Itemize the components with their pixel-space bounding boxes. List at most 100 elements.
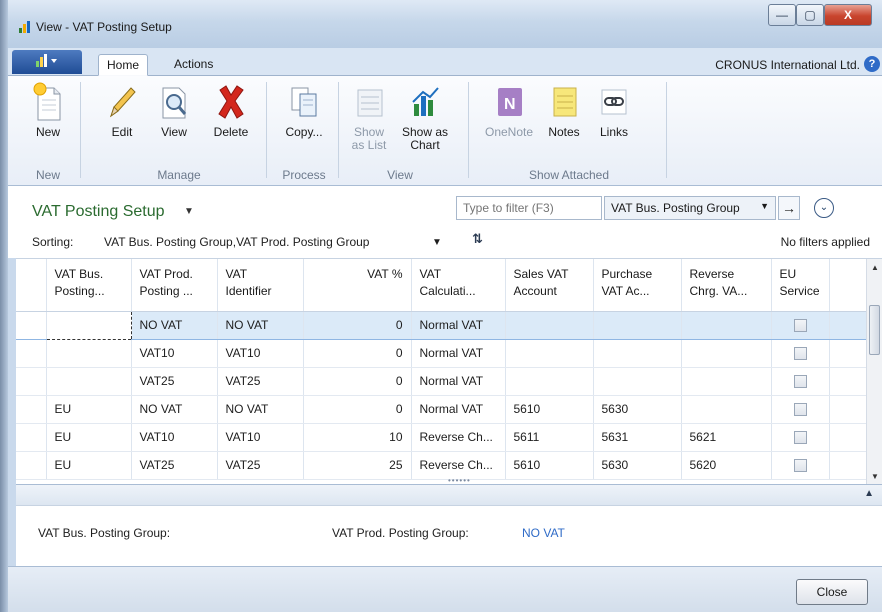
splitter-grip-icon[interactable]: •••••• bbox=[448, 476, 471, 484]
scroll-up-arrow-icon[interactable]: ▲ bbox=[871, 263, 879, 272]
vertical-scrollbar[interactable]: ▲ ▼ bbox=[866, 259, 882, 484]
application-menu-button[interactable] bbox=[12, 50, 82, 74]
edit-button[interactable]: Edit bbox=[102, 76, 142, 139]
cell-vat-percent[interactable]: 25 bbox=[303, 451, 412, 480]
cell-vat-bus-posting[interactable] bbox=[46, 339, 132, 368]
cell-sales-vat-account[interactable] bbox=[505, 367, 594, 396]
col-header-eu-service[interactable]: EU Service bbox=[771, 259, 830, 312]
links-button[interactable]: Links bbox=[594, 76, 634, 139]
col-header-reverse-chrg[interactable]: Reverse Chrg. VA... bbox=[681, 259, 772, 312]
new-button[interactable]: New bbox=[26, 76, 70, 139]
table-row[interactable]: EU VAT10 VAT10 10 Reverse Ch... 5611 563… bbox=[16, 423, 867, 452]
row-selector[interactable] bbox=[16, 451, 47, 480]
cell-vat-calculation[interactable]: Normal VAT bbox=[411, 367, 506, 396]
cell-vat-prod-posting[interactable]: NO VAT bbox=[131, 310, 218, 340]
cell-vat-bus-posting[interactable] bbox=[45, 310, 132, 340]
cell-reverse-chrg[interactable] bbox=[681, 395, 772, 424]
cell-purchase-vat-account[interactable]: 5630 bbox=[593, 395, 682, 424]
col-header-vat-calculation[interactable]: VAT Calculati... bbox=[411, 259, 506, 312]
company-name[interactable]: CRONUS International Ltd. bbox=[715, 58, 860, 72]
cell-vat-identifier[interactable]: VAT10 bbox=[217, 423, 304, 452]
eu-service-checkbox[interactable] bbox=[793, 347, 807, 361]
cell-vat-percent[interactable]: 0 bbox=[303, 339, 412, 368]
delete-button[interactable]: Delete bbox=[206, 76, 256, 139]
cell-sales-vat-account[interactable] bbox=[505, 310, 594, 340]
cell-vat-calculation[interactable]: Reverse Ch... bbox=[411, 451, 506, 480]
cell-vat-bus-posting[interactable] bbox=[46, 367, 132, 396]
cell-vat-percent[interactable]: 10 bbox=[303, 423, 412, 452]
cell-vat-calculation[interactable]: Reverse Ch... bbox=[411, 423, 506, 452]
cell-reverse-chrg[interactable]: 5620 bbox=[681, 451, 772, 480]
cell-vat-identifier[interactable]: VAT10 bbox=[217, 339, 304, 368]
row-selector[interactable] bbox=[16, 423, 47, 452]
eu-service-checkbox[interactable] bbox=[793, 431, 807, 445]
cell-eu-service[interactable] bbox=[771, 395, 830, 424]
cell-purchase-vat-account[interactable] bbox=[593, 367, 682, 396]
col-header-purchase-vat-account[interactable]: Purchase VAT Ac... bbox=[593, 259, 682, 312]
cell-vat-percent[interactable]: 0 bbox=[303, 367, 412, 396]
row-selector[interactable] bbox=[16, 310, 47, 340]
cell-purchase-vat-account[interactable]: 5630 bbox=[593, 451, 682, 480]
close-button[interactable]: Close bbox=[796, 579, 868, 605]
scroll-down-arrow-icon[interactable]: ▼ bbox=[871, 472, 879, 481]
collapse-details-icon[interactable]: ▲ bbox=[864, 488, 874, 499]
sort-order-icon[interactable]: ⇅ bbox=[472, 231, 483, 247]
row-selector[interactable] bbox=[16, 367, 47, 396]
tab-home[interactable]: Home bbox=[98, 54, 149, 76]
table-row[interactable]: VAT25 VAT25 0 Normal VAT bbox=[16, 367, 867, 396]
eu-service-checkbox[interactable] bbox=[793, 403, 807, 417]
copy-button[interactable]: Copy... bbox=[276, 76, 332, 139]
eu-service-checkbox[interactable] bbox=[793, 459, 807, 473]
expand-filter-pane-icon[interactable]: ⌄ bbox=[814, 198, 834, 218]
cell-vat-bus-posting[interactable]: EU bbox=[46, 451, 132, 480]
cell-vat-prod-posting[interactable]: VAT25 bbox=[131, 367, 218, 396]
cell-sales-vat-account[interactable]: 5611 bbox=[505, 423, 594, 452]
col-header-vat-identifier[interactable]: VAT Identifier bbox=[217, 259, 304, 312]
cell-vat-identifier[interactable]: VAT25 bbox=[217, 451, 304, 480]
cell-vat-calculation[interactable]: Normal VAT bbox=[411, 395, 506, 424]
cell-vat-prod-posting[interactable]: NO VAT bbox=[131, 395, 218, 424]
table-row[interactable]: EU VAT25 VAT25 25 Reverse Ch... 5610 563… bbox=[16, 451, 867, 480]
cell-vat-identifier[interactable]: VAT25 bbox=[217, 367, 304, 396]
view-button[interactable]: View bbox=[154, 76, 194, 139]
table-row[interactable]: EU NO VAT NO VAT 0 Normal VAT 5610 5630 bbox=[16, 395, 867, 424]
cell-reverse-chrg[interactable] bbox=[681, 339, 772, 368]
cell-purchase-vat-account[interactable]: 5631 bbox=[593, 423, 682, 452]
eu-service-checkbox[interactable] bbox=[793, 375, 807, 389]
maximize-button[interactable]: ▢ bbox=[796, 4, 824, 26]
cell-vat-prod-posting[interactable]: VAT25 bbox=[131, 451, 218, 480]
sorting-chevron-icon[interactable]: ▼ bbox=[432, 237, 442, 248]
cell-vat-bus-posting[interactable]: EU bbox=[46, 395, 132, 424]
cell-purchase-vat-account[interactable] bbox=[593, 339, 682, 368]
col-header-vat-bus-posting[interactable]: VAT Bus. Posting... bbox=[46, 259, 132, 312]
cell-vat-identifier[interactable]: NO VAT bbox=[217, 395, 304, 424]
scrollbar-thumb[interactable] bbox=[869, 305, 880, 355]
cell-eu-service[interactable] bbox=[771, 339, 830, 368]
filter-input[interactable] bbox=[456, 196, 602, 220]
cell-eu-service[interactable] bbox=[771, 451, 830, 480]
cell-sales-vat-account[interactable] bbox=[505, 339, 594, 368]
show-as-list-button[interactable]: Show as List bbox=[348, 76, 390, 152]
minimize-button[interactable]: — bbox=[768, 4, 796, 26]
sorting-select[interactable]: VAT Bus. Posting Group,VAT Prod. Posting… bbox=[104, 235, 369, 249]
help-icon[interactable]: ? bbox=[864, 56, 880, 72]
cell-vat-prod-posting[interactable]: VAT10 bbox=[131, 339, 218, 368]
eu-service-checkbox[interactable] bbox=[793, 319, 807, 333]
cell-eu-service[interactable] bbox=[771, 367, 830, 396]
table-row[interactable]: VAT10 VAT10 0 Normal VAT bbox=[16, 339, 867, 368]
table-row[interactable]: NO VAT NO VAT 0 Normal VAT bbox=[16, 310, 867, 340]
window-close-button[interactable]: X bbox=[824, 4, 872, 26]
cell-purchase-vat-account[interactable] bbox=[593, 310, 682, 340]
show-as-chart-button[interactable]: Show as Chart bbox=[398, 76, 452, 152]
cell-reverse-chrg[interactable] bbox=[681, 310, 772, 340]
cell-vat-bus-posting[interactable]: EU bbox=[46, 423, 132, 452]
cell-reverse-chrg[interactable] bbox=[681, 367, 772, 396]
col-header-vat-percent[interactable]: VAT % bbox=[303, 259, 412, 312]
cell-vat-prod-posting[interactable]: VAT10 bbox=[131, 423, 218, 452]
notes-button[interactable]: Notes bbox=[542, 76, 586, 139]
cell-reverse-chrg[interactable]: 5621 bbox=[681, 423, 772, 452]
onenote-button[interactable]: N OneNote bbox=[482, 76, 536, 139]
cell-vat-identifier[interactable]: NO VAT bbox=[217, 310, 304, 340]
cell-eu-service[interactable] bbox=[771, 423, 830, 452]
page-title-chevron-icon[interactable]: ▼ bbox=[184, 206, 194, 217]
